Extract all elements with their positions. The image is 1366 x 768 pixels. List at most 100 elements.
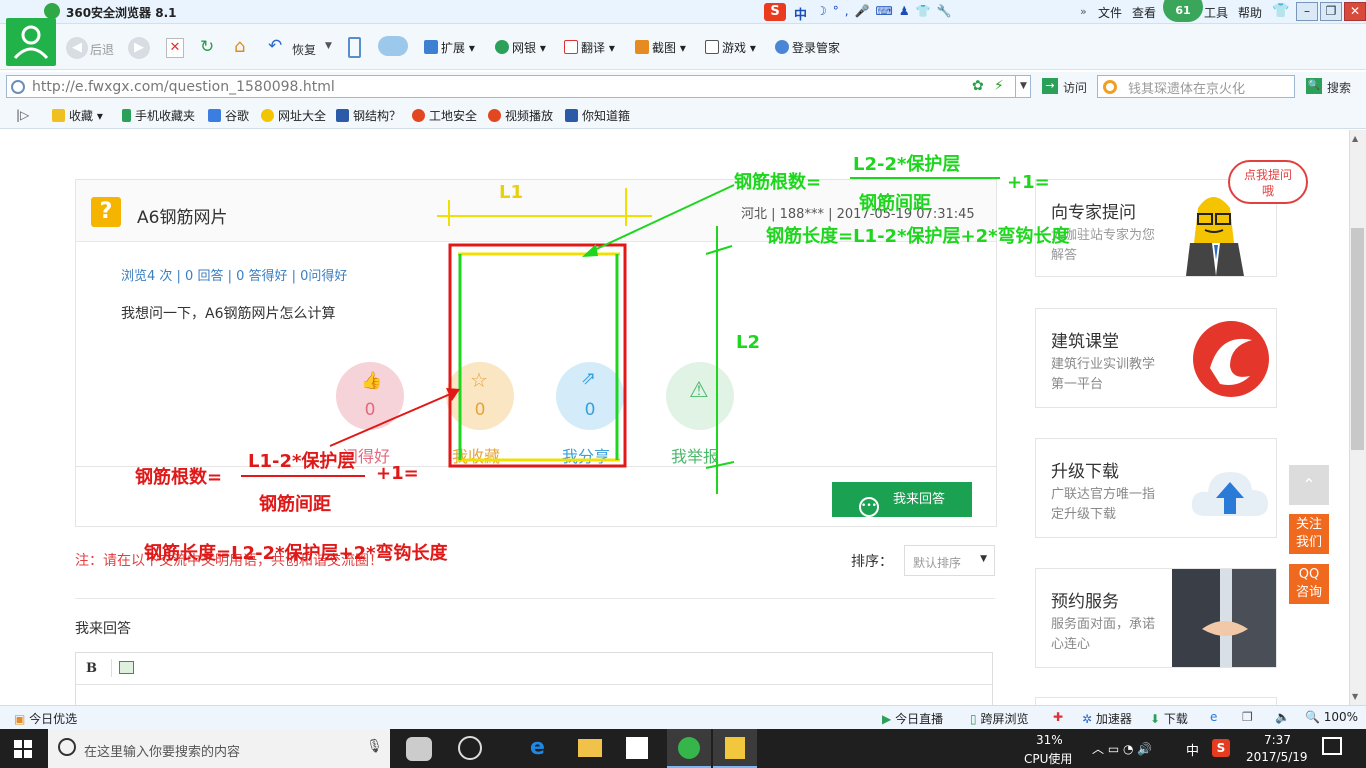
- ime-toolbar-icon[interactable]: ☽°,🎤⌨♟👕🔧: [816, 4, 957, 18]
- cloud-icon[interactable]: [378, 36, 408, 56]
- share-label[interactable]: 我分享: [562, 443, 610, 467]
- bookmark-favorites[interactable]: 收藏 ▾: [52, 107, 103, 124]
- bookmarks-bar: [0, 102, 1366, 129]
- scrollbar-thumb[interactable]: [1351, 228, 1364, 450]
- search-placeholder[interactable]: 钱其琛遗体在京火化: [1128, 78, 1245, 97]
- sogou-icon[interactable]: S: [1212, 739, 1230, 757]
- toolbar-login-manager[interactable]: 登录管家: [775, 39, 840, 57]
- forward-icon[interactable]: ▶: [128, 37, 150, 59]
- cortana-icon: [58, 738, 76, 756]
- toolbar-extend[interactable]: 扩展 ▾: [424, 39, 475, 57]
- edge-icon[interactable]: e: [530, 735, 545, 760]
- bookmark-steel[interactable]: 钢结构？: [336, 107, 401, 124]
- favorite-button[interactable]: ☆ 0: [446, 362, 514, 430]
- search-icon[interactable]: 🔍: [1306, 78, 1322, 94]
- qq-consult-button[interactable]: QQ咨询: [1289, 564, 1329, 604]
- security-icon[interactable]: ✿: [972, 78, 984, 94]
- image-icon[interactable]: [119, 661, 134, 674]
- stop-icon[interactable]: ✕: [166, 38, 184, 58]
- volume-icon[interactable]: 🔈: [1275, 710, 1290, 724]
- report-label[interactable]: 我举报: [671, 443, 719, 467]
- status-live[interactable]: ▶ 今日直播: [882, 710, 943, 727]
- go-icon[interactable]: →: [1042, 78, 1058, 94]
- report-button[interactable]: ⚠: [666, 362, 734, 430]
- window-title: 360安全浏览器 8.1: [66, 6, 177, 20]
- status-download[interactable]: ⬇ 下载: [1150, 710, 1188, 727]
- cpu-label[interactable]: CPU使用: [1024, 750, 1072, 767]
- shirt-icon[interactable]: 👕: [1272, 3, 1289, 19]
- cpu-percent[interactable]: 31%: [1036, 733, 1063, 747]
- browser-task[interactable]: [667, 729, 711, 768]
- taskbar-search-input[interactable]: 在这里输入你要搜索的内容 🎙: [48, 729, 390, 768]
- lightning-icon[interactable]: ⚡: [994, 78, 1004, 94]
- notification-icon[interactable]: [1322, 737, 1342, 755]
- phone-icon[interactable]: [348, 37, 361, 58]
- windows-start-icon[interactable]: [14, 740, 32, 758]
- search-button[interactable]: 搜索: [1327, 79, 1351, 96]
- window-icon[interactable]: ❐: [1242, 710, 1253, 724]
- search-engine-icon[interactable]: [1103, 80, 1117, 94]
- star-icon: ☆: [470, 368, 488, 392]
- question-stats[interactable]: 浏览4 次 | 0 回答 | 0 答得好 | 0问得好: [121, 265, 347, 284]
- address-text[interactable]: http://e.fwxgx.com/question_1580098.html: [32, 79, 335, 95]
- minimize-button[interactable]: –: [1296, 2, 1318, 21]
- sort-select[interactable]: 默认排序 ▼: [904, 545, 995, 576]
- user-avatar[interactable]: [6, 18, 56, 66]
- menu-view[interactable]: 查看: [1132, 4, 1156, 21]
- bookmark-stirrup[interactable]: 你知道箍: [565, 107, 630, 124]
- app-icon[interactable]: [458, 736, 482, 760]
- favorite-label[interactable]: 我收藏: [452, 443, 500, 467]
- ime-indicator[interactable]: 中: [794, 4, 807, 23]
- menu-help[interactable]: 帮助: [1238, 4, 1262, 21]
- menu-tools[interactable]: 工具: [1204, 4, 1228, 21]
- home-icon[interactable]: ⌂: [234, 36, 245, 57]
- bookmark-directory[interactable]: 网址大全: [261, 107, 326, 124]
- restore-label[interactable]: 恢复: [292, 41, 316, 58]
- address-dropdown-icon[interactable]: ▼: [1015, 76, 1031, 97]
- back-to-top-button[interactable]: ⌃: [1289, 465, 1329, 505]
- back-label[interactable]: 后退: [90, 41, 114, 58]
- task-view-icon[interactable]: [406, 737, 432, 761]
- ime-tray[interactable]: 中: [1186, 740, 1199, 759]
- refresh-icon[interactable]: ↻: [200, 37, 214, 57]
- bold-button[interactable]: B: [86, 661, 97, 676]
- menu-file[interactable]: 文件: [1098, 4, 1122, 21]
- bookmark-site-safety[interactable]: 工地安全: [412, 107, 477, 124]
- restore-icon[interactable]: ↶: [268, 36, 282, 56]
- share-button[interactable]: ⇗ 0: [556, 362, 624, 430]
- zoom-level[interactable]: 🔍 100%: [1305, 710, 1358, 724]
- ask-bubble[interactable]: 点我提问哦: [1228, 160, 1308, 204]
- answer-button[interactable]: ••• 我来回答: [832, 482, 972, 517]
- maximize-button[interactable]: ❐: [1320, 2, 1342, 21]
- scroll-down-icon[interactable]: ▼: [1352, 692, 1358, 701]
- clock-date[interactable]: 2017/5/19: [1246, 750, 1308, 764]
- sidebar-toggle-icon[interactable]: |▷: [16, 108, 29, 122]
- bookmark-mobile[interactable]: 手机收藏夹: [122, 107, 195, 124]
- toolbar-screenshot[interactable]: 截图 ▾: [635, 39, 686, 57]
- score-badge[interactable]: 61: [1163, 0, 1203, 22]
- follow-us-button[interactable]: 关注我们: [1289, 514, 1329, 554]
- expand-icon[interactable]: »: [1080, 5, 1087, 18]
- daily-picks[interactable]: ▣ 今日优选: [14, 710, 77, 727]
- go-button[interactable]: 访问: [1063, 79, 1087, 96]
- chat-icon: •••: [858, 497, 879, 517]
- file-explorer-icon[interactable]: [578, 739, 602, 757]
- toolbar-bank[interactable]: 网银 ▾: [495, 39, 546, 57]
- microphone-icon: 🎙: [366, 739, 383, 754]
- toolbar-translate[interactable]: 翻译 ▾: [564, 39, 615, 57]
- bookmark-video[interactable]: 视频播放: [488, 107, 553, 124]
- health-icon[interactable]: ✚: [1053, 710, 1063, 724]
- clock-time[interactable]: 7:37: [1264, 733, 1291, 747]
- scroll-up-icon[interactable]: ▲: [1352, 134, 1358, 143]
- store-icon[interactable]: [626, 737, 648, 759]
- close-button[interactable]: ✕: [1344, 2, 1366, 21]
- editor-task[interactable]: [713, 729, 757, 768]
- toolbar-games[interactable]: 游戏 ▾: [705, 39, 756, 57]
- status-accelerator[interactable]: ✲ 加速器: [1082, 710, 1132, 727]
- bookmark-google[interactable]: 谷歌: [208, 107, 249, 124]
- back-icon[interactable]: ◀: [66, 37, 88, 59]
- ie-icon[interactable]: e: [1210, 710, 1217, 724]
- tray-icons[interactable]: ︿ ▭ ◔ 🔊: [1092, 740, 1152, 757]
- status-cross-screen[interactable]: ▯ 跨屏浏览: [970, 710, 1028, 727]
- good-question-button[interactable]: 👍 0: [336, 362, 404, 430]
